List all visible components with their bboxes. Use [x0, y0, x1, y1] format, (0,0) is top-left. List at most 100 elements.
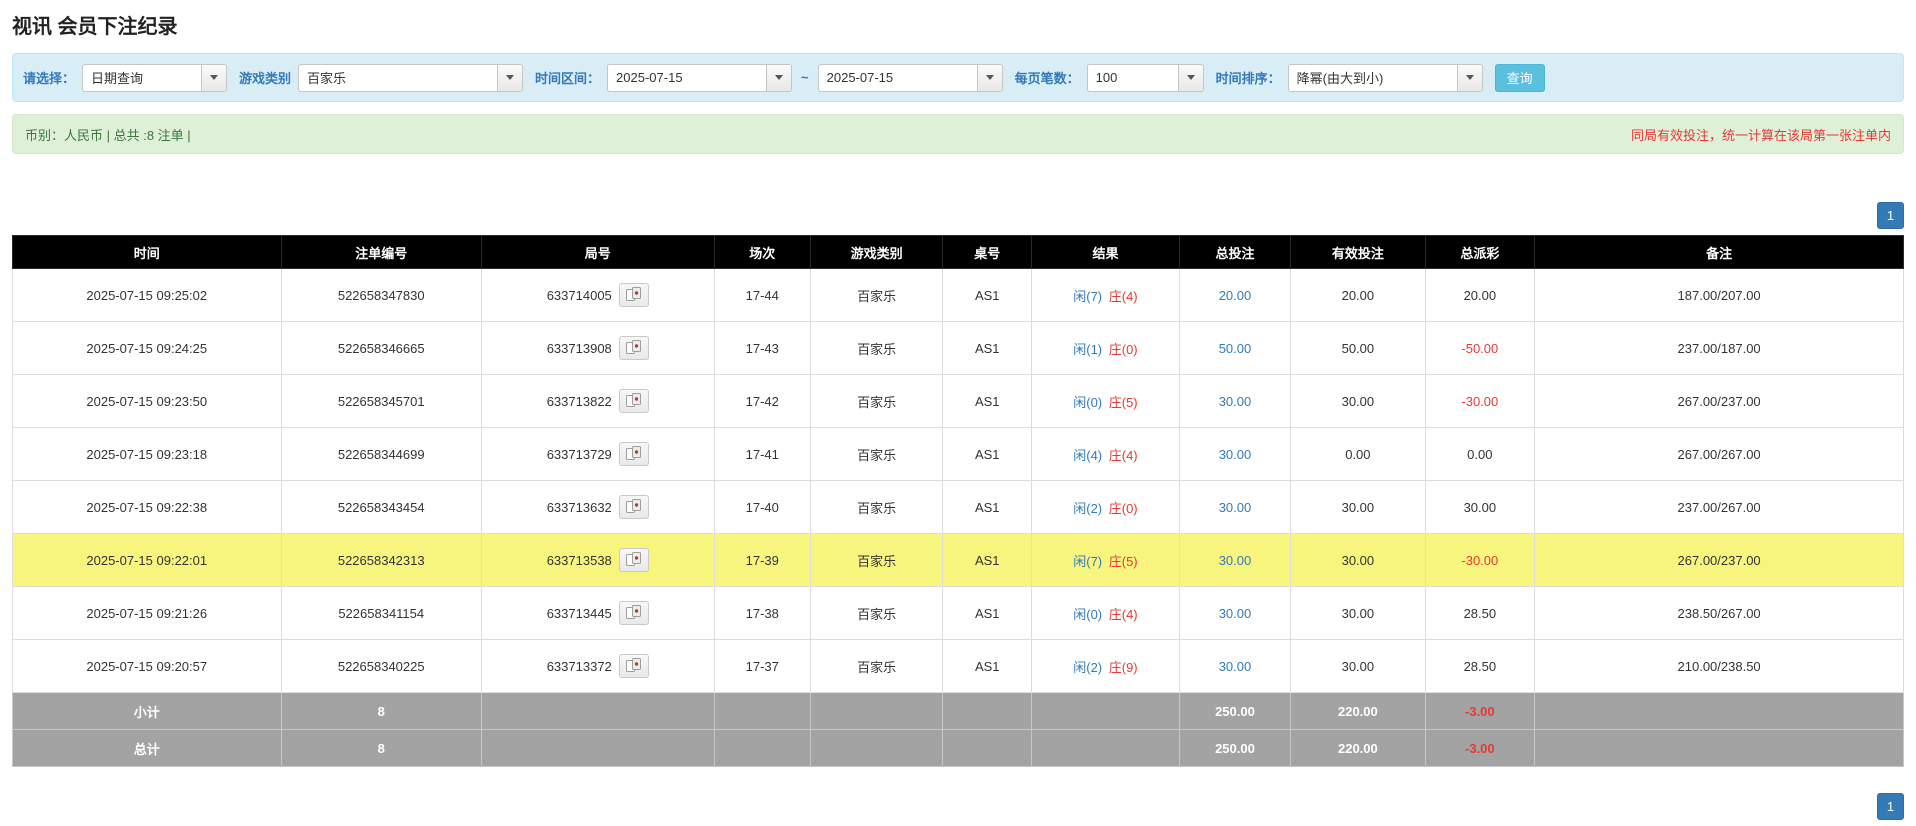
game-category-group: 游戏类别 百家乐: [239, 63, 524, 92]
cell-total-bet: 30.00: [1178, 480, 1292, 534]
cell-time: 2025-07-15 09:24:25: [12, 321, 282, 375]
round-result-button[interactable]: [618, 336, 649, 360]
cell-remark: 237.00/187.00: [1534, 321, 1904, 375]
round-result-button[interactable]: [618, 601, 649, 625]
cell-bet-id: 522658343454: [280, 480, 482, 534]
page-1-button[interactable]: 1: [1877, 202, 1904, 229]
cell-total-bet: 30.00: [1178, 639, 1292, 693]
total-bet-link[interactable]: 30.00: [1219, 606, 1252, 621]
cell-total-bet: 30.00: [1178, 427, 1292, 481]
search-button[interactable]: 查询: [1494, 63, 1545, 92]
summary-empty-cell: [942, 729, 1033, 767]
cards-icon: [625, 339, 643, 358]
round-result-button[interactable]: [618, 389, 649, 413]
total-bet-link[interactable]: 30.00: [1219, 553, 1252, 568]
round-result-button[interactable]: [618, 654, 649, 678]
table-header-row: 时间 注单编号 局号 场次 游戏类别 桌号 结果 总投注 有效投注 总派彩 备注: [12, 235, 1904, 269]
cell-bet-id: 522658344699: [280, 427, 482, 481]
result-banker: 庄(5): [1108, 394, 1138, 410]
cards-icon: [625, 604, 643, 623]
cell-payout: 28.50: [1424, 586, 1536, 640]
cell-result: 闲(7) 庄(4): [1031, 268, 1180, 322]
time-sort-select[interactable]: 降幂(由大到小): [1287, 63, 1483, 92]
cell-payout: -50.00: [1424, 321, 1536, 375]
page: 视讯 会员下注纪录 请选择： 日期查询 游戏类别 百家乐 时间区间： 2025-…: [0, 0, 1916, 820]
per-page-select[interactable]: 100: [1086, 63, 1204, 92]
summary-empty-cell: [1534, 692, 1904, 730]
game-category-caret-button[interactable]: [497, 64, 523, 91]
cell-remark: 210.00/238.50: [1534, 639, 1904, 693]
column-header: 游戏类别: [809, 235, 944, 269]
summary-row: 小计 8 250.00 220.00 -3.00: [12, 692, 1904, 730]
cell-valid-bet: 50.00: [1290, 321, 1426, 375]
total-bet-link[interactable]: 30.00: [1219, 500, 1252, 515]
round-result-button[interactable]: [618, 495, 649, 519]
cell-game-category: 百家乐: [809, 480, 944, 534]
cell-valid-bet: 20.00: [1290, 268, 1426, 322]
cell-time: 2025-07-15 09:21:26: [12, 586, 282, 640]
query-type-select[interactable]: 日期查询: [82, 63, 228, 92]
cell-valid-bet: 0.00: [1290, 427, 1426, 481]
cards-icon: [625, 286, 643, 305]
time-sort-value: 降幂(由大到小): [1296, 71, 1384, 86]
total-bet-link[interactable]: 50.00: [1219, 341, 1252, 356]
summary-info-bar: 币别：人民币 | 总共 :8 注单 | 同局有效投注，统一计算在该局第一张注单内: [12, 114, 1904, 154]
column-header: 结果: [1031, 235, 1180, 269]
cell-remark: 238.50/267.00: [1534, 586, 1904, 640]
game-category-select[interactable]: 百家乐: [298, 63, 524, 92]
total-bet-link[interactable]: 30.00: [1219, 394, 1252, 409]
round-result-button[interactable]: [618, 283, 649, 307]
date-from-caret-button[interactable]: [766, 64, 792, 91]
total-bet-link[interactable]: 30.00: [1219, 659, 1252, 674]
result-banker: 庄(5): [1108, 553, 1138, 569]
date-from-input[interactable]: 2025-07-15: [607, 63, 793, 92]
date-to-input[interactable]: 2025-07-15: [817, 63, 1003, 92]
chevron-down-icon: [1186, 75, 1195, 80]
cell-session: 17-39: [713, 533, 811, 587]
cell-total-bet: 30.00: [1178, 533, 1292, 587]
table-body: 2025-07-15 09:25:02 522658347830 6337140…: [12, 268, 1904, 693]
table-row: 2025-07-15 09:23:18 522658344699 6337137…: [12, 427, 1904, 481]
result-banker: 庄(4): [1108, 288, 1138, 304]
round-id-text: 633713822: [546, 393, 612, 409]
round-result-button[interactable]: [618, 442, 649, 466]
round-result-button[interactable]: [618, 548, 649, 572]
cell-session: 17-41: [713, 427, 811, 481]
time-sort-label: 时间排序：: [1215, 71, 1281, 86]
column-header: 有效投注: [1290, 235, 1426, 269]
cell-result: 闲(2) 庄(0): [1031, 480, 1180, 534]
total-bet-link[interactable]: 20.00: [1219, 288, 1252, 303]
chevron-down-icon: [985, 75, 994, 80]
cell-bet-id: 522658340225: [280, 639, 482, 693]
column-header: 时间: [12, 235, 282, 269]
summary-empty-cell: [480, 729, 715, 767]
per-page-caret-button[interactable]: [1177, 64, 1203, 91]
cell-round-id: 633713445: [480, 586, 715, 640]
result-banker: 庄(9): [1108, 659, 1138, 675]
cell-round-id: 633713822: [480, 374, 715, 428]
cards-icon: [625, 392, 643, 411]
total-bet-link[interactable]: 30.00: [1219, 447, 1252, 462]
round-id-text: 633713372: [546, 658, 612, 674]
time-sort-caret-button[interactable]: [1456, 64, 1482, 91]
summary-empty-cell: [713, 729, 811, 767]
cell-remark: 237.00/267.00: [1534, 480, 1904, 534]
query-type-caret-button[interactable]: [201, 64, 227, 91]
cell-result: 闲(2) 庄(9): [1031, 639, 1180, 693]
cards-icon: [625, 551, 643, 570]
cell-payout: 28.50: [1424, 639, 1536, 693]
cell-payout: 0.00: [1424, 427, 1536, 481]
date-to-caret-button[interactable]: [976, 64, 1002, 91]
cell-session: 17-43: [713, 321, 811, 375]
column-header: 场次: [713, 235, 811, 269]
cell-game-category: 百家乐: [809, 586, 944, 640]
column-header: 注单编号: [280, 235, 482, 269]
per-page-value: 100: [1095, 70, 1118, 85]
pagination-top: 1: [12, 202, 1904, 229]
cell-payout: 30.00: [1424, 480, 1536, 534]
page-1-button-bottom[interactable]: 1: [1877, 793, 1904, 820]
cell-remark: 187.00/207.00: [1534, 268, 1904, 322]
valid-bet-notice: 同局有效投注，统一计算在该局第一张注单内: [1630, 127, 1891, 143]
summary-empty-cell: [480, 692, 715, 730]
summary-empty-cell: [1031, 729, 1180, 767]
